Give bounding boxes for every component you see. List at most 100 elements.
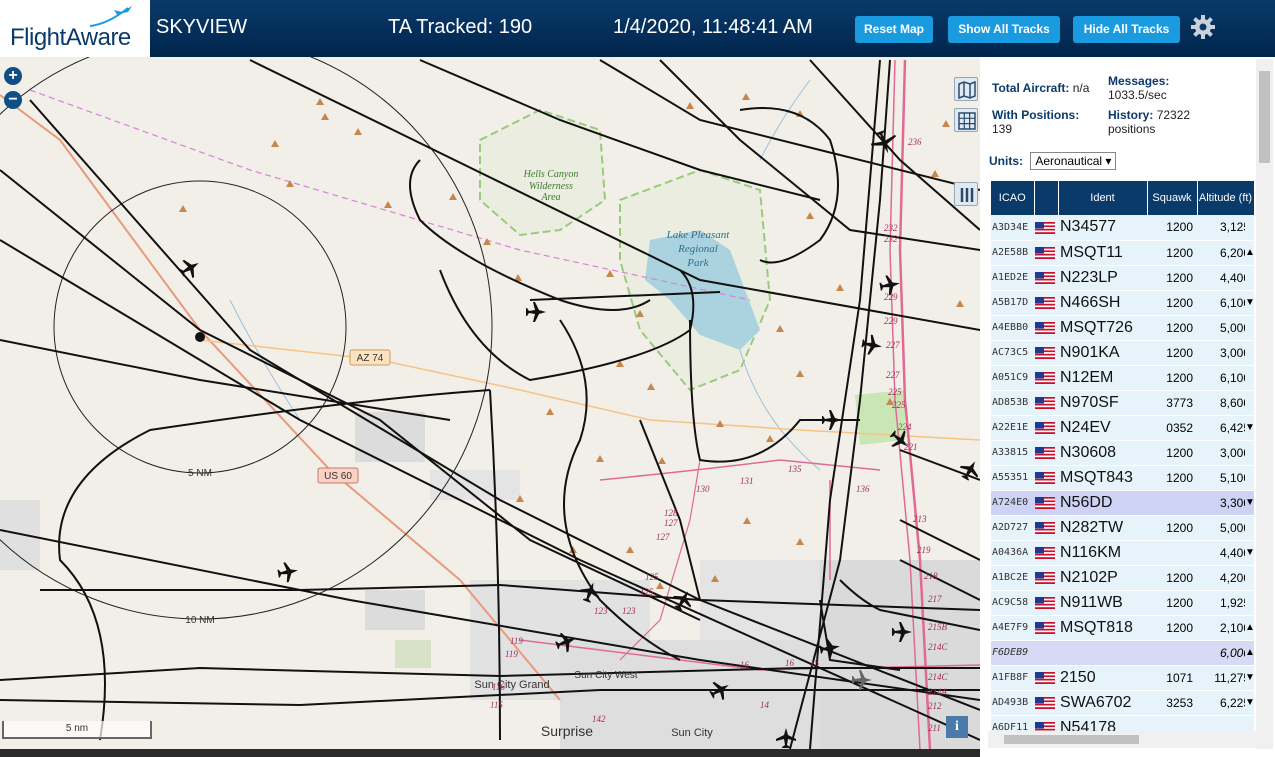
ident-cell: MSQT726	[1058, 315, 1147, 341]
map-canvas[interactable]: Hells Canyon Wilderness Area Lake Pleasa…	[0, 57, 980, 749]
svg-text:119: 119	[505, 649, 518, 659]
col-squawk[interactable]: Squawk	[1147, 181, 1198, 215]
top-header: FlightAware SKYVIEW TA Tracked: 190 1/4/…	[0, 0, 1275, 57]
squawk-cell: 1200	[1147, 465, 1197, 491]
table-row[interactable]: A55351 MSQT843 1200 5,100	[991, 465, 1255, 491]
svg-text:15: 15	[810, 658, 820, 668]
table-row[interactable]: AD853B N970SF 3773 8,600	[991, 390, 1255, 416]
table-row[interactable]: A3D34E N34577 1200 3,125	[991, 215, 1255, 241]
road-shields: AZ 74 US 60 5 NM 10 NM Sun City Grand Su…	[185, 349, 713, 739]
table-row[interactable]: AC73C5 N901KA 1200 3,000	[991, 340, 1255, 366]
svg-text:212: 212	[928, 701, 942, 711]
units-select[interactable]: Aeronautical ▾	[1030, 152, 1117, 170]
ident-cell: N223LP	[1058, 265, 1147, 291]
svg-text:225: 225	[892, 400, 906, 410]
table-row[interactable]: A33815 N30608 1200 3,000	[991, 440, 1255, 466]
table-row[interactable]: A724E0 N56DD 3,300 ▼	[991, 490, 1255, 516]
aircraft-table-body: A3D34E N34577 1200 3,125 A2E58B MSQT11 1200 6,2…	[991, 215, 1255, 741]
flag-cell	[1034, 415, 1058, 441]
zoom-in-button[interactable]: +	[4, 67, 22, 85]
table-row[interactable]: A5B17D N466SH 1200 6,100 ▼	[991, 290, 1255, 316]
flag-cell	[1034, 615, 1058, 641]
trend-cell	[1245, 590, 1250, 616]
col-more[interactable]	[1254, 181, 1255, 215]
svg-text:14: 14	[760, 700, 770, 710]
icao-cell: A0436A	[991, 540, 1034, 566]
icao-cell: A2D727	[991, 515, 1034, 541]
us-flag-icon	[1035, 672, 1055, 685]
us-flag-icon	[1035, 272, 1055, 285]
table-row[interactable]: A2E58B MSQT11 1200 6,200 ▲	[991, 240, 1255, 266]
table-row[interactable]: A051C9 N12EM 1200 6,100	[991, 365, 1255, 391]
svg-text:211: 211	[928, 723, 941, 733]
total-aircraft-value: n/a	[1072, 81, 1090, 95]
svg-text:135: 135	[788, 464, 802, 474]
trend-cell: ▼	[1245, 490, 1255, 516]
icao-cell: A55351	[991, 465, 1034, 491]
table-row[interactable]: AD493B SWA6702 3253 6,225 ▼	[991, 690, 1255, 716]
svg-text:219: 219	[917, 545, 931, 555]
vertical-scroll-thumb[interactable]	[1259, 71, 1270, 163]
svg-text:130: 130	[696, 484, 710, 494]
show-all-tracks-button[interactable]: Show All Tracks	[948, 16, 1060, 43]
total-aircraft-label: Total Aircraft:	[992, 81, 1070, 95]
flag-cell	[1034, 640, 1058, 666]
svg-text:224: 224	[898, 422, 912, 432]
road-shield-az74: AZ 74	[357, 353, 384, 364]
trend-cell: ▼	[1245, 290, 1255, 316]
sidebar-toggle-button[interactable]	[954, 182, 978, 206]
app-title: SKYVIEW	[156, 16, 248, 38]
trend-cell: ▲	[1245, 240, 1255, 266]
us-flag-icon	[1035, 422, 1055, 435]
grid-toggle-button[interactable]	[954, 108, 978, 132]
park-label: Hells Canyon	[523, 169, 579, 180]
table-row[interactable]: AC9C58 N911WB 1200 1,925	[991, 590, 1255, 616]
squawk-cell	[1147, 540, 1197, 566]
flag-cell	[1034, 540, 1058, 566]
gear-icon[interactable]	[1190, 14, 1216, 40]
icao-cell: AD853B	[991, 390, 1034, 416]
table-row[interactable]: F6DEB9 6,000 ▲	[991, 640, 1255, 666]
table-row[interactable]: A22E1E N24EV 0352 6,425 ▼	[991, 415, 1255, 441]
table-row[interactable]: A4E7F9 MSQT818 1200 2,100 ▲	[991, 615, 1255, 641]
zoom-out-button[interactable]: −	[4, 91, 22, 109]
table-row[interactable]: A1BC2E N2102P 1200 4,200	[991, 565, 1255, 591]
trend-cell	[1245, 515, 1250, 541]
squawk-cell: 1200	[1147, 615, 1197, 641]
flag-cell	[1034, 490, 1058, 516]
svg-text:232: 232	[884, 223, 898, 233]
info-button[interactable]: i	[946, 716, 968, 738]
table-row[interactable]: A1FB8F 2150 1071 11,275 ▼	[991, 665, 1255, 691]
svg-text:229: 229	[884, 292, 898, 302]
skyview-app: FlightAware SKYVIEW TA Tracked: 190 1/4/…	[0, 0, 1275, 757]
table-row[interactable]: A1ED2E N223LP 1200 4,400	[991, 265, 1255, 291]
map-layer-button[interactable]	[954, 77, 978, 101]
hide-all-tracks-button[interactable]: Hide All Tracks	[1073, 16, 1180, 43]
vertical-scrollbar[interactable]	[1256, 59, 1273, 749]
horizontal-scrollbar[interactable]	[988, 731, 1256, 748]
table-row[interactable]: A0436A N116KM 4,400 ▼	[991, 540, 1255, 566]
horizontal-scroll-thumb[interactable]	[1004, 735, 1139, 744]
col-altitude[interactable]: Altitude (ft)	[1197, 181, 1255, 215]
trend-cell: ▼	[1245, 665, 1255, 691]
icao-cell: AC73C5	[991, 340, 1034, 366]
park-label: Wilderness	[529, 181, 573, 192]
table-row[interactable]: A2D727 N282TW 1200 5,000	[991, 515, 1255, 541]
squawk-cell: 1200	[1147, 340, 1197, 366]
col-flag[interactable]	[1034, 181, 1059, 215]
svg-text:218: 218	[924, 571, 938, 581]
ring-label-5nm: 5 NM	[188, 468, 212, 479]
squawk-cell: 1200	[1147, 440, 1197, 466]
icao-cell: AD493B	[991, 690, 1034, 716]
units-label: Units:	[989, 154, 1023, 168]
col-icao[interactable]: ICAO	[991, 181, 1035, 215]
flightaware-logo[interactable]: FlightAware	[0, 0, 150, 57]
reset-map-button[interactable]: Reset Map	[855, 16, 933, 43]
scale-bar: 5 nm	[2, 721, 152, 739]
ident-cell: N466SH	[1058, 290, 1147, 316]
table-row[interactable]: A4EBB0 MSQT726 1200 5,000	[991, 315, 1255, 341]
us-flag-icon	[1035, 347, 1055, 360]
map-view[interactable]: Hells Canyon Wilderness Area Lake Pleasa…	[0, 57, 980, 749]
col-ident[interactable]: Ident	[1058, 181, 1148, 215]
svg-text:123: 123	[622, 606, 636, 616]
